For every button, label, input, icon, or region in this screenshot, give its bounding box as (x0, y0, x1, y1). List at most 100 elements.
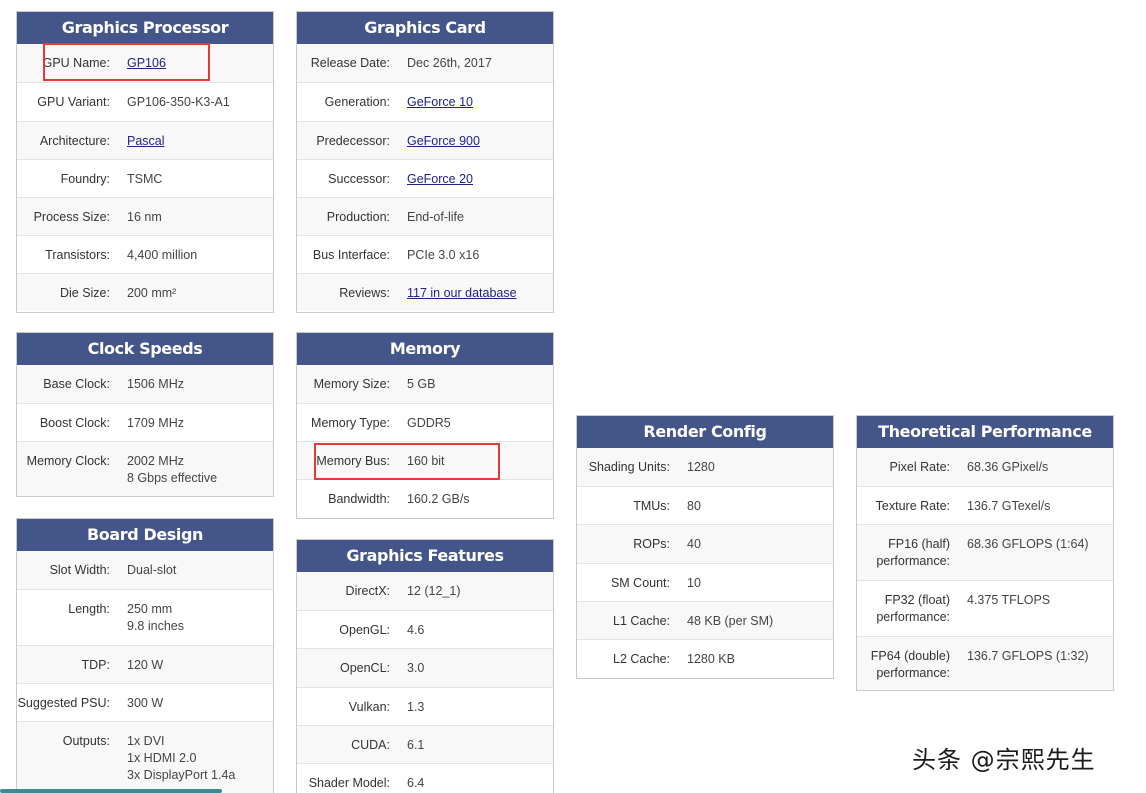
spec-label: Slot Width: (49, 563, 110, 577)
spec-value: 117 in our database (407, 285, 553, 302)
spec-value: 1709 MHz (127, 416, 184, 430)
render-config-card: Render Config Shading Units: 1280 TMUs: … (576, 415, 834, 679)
spec-value-line: 250 mm (127, 602, 173, 616)
spec-row-outputs: Outputs: 1x DVI 1x HDMI 2.0 3x DisplayPo… (17, 721, 273, 793)
spec-row-memory-type: Memory Type: GDDR5 (297, 403, 553, 441)
spec-label: OpenGL: (339, 623, 390, 637)
spec-row-architecture: Architecture: Pascal (17, 121, 273, 159)
spec-label-line: FP64 (double) (870, 649, 950, 663)
clock-speeds-card: Clock Speeds Base Clock: 1506 MHz Boost … (16, 332, 274, 497)
spec-label-line: performance: (876, 610, 950, 624)
spec-label: Generation: (324, 95, 390, 109)
spec-label: Predecessor: (316, 134, 390, 148)
generation-link[interactable]: GeForce 10 (407, 95, 473, 109)
spec-row-l1-cache: L1 Cache: 48 KB (per SM) (577, 601, 833, 639)
graphics-processor-title: Graphics Processor (17, 12, 273, 44)
spec-row-fp32: FP32 (float) performance: 4.375 TFLOPS (857, 580, 1113, 636)
spec-value-line: 9.8 inches (127, 619, 184, 633)
spec-row-production: Production: End-of-life (297, 197, 553, 235)
spec-value: 16 nm (127, 210, 162, 224)
spec-label: Bandwidth: (328, 492, 390, 506)
spec-value: Pascal (127, 133, 273, 150)
spec-row-gpu-name: GPU Name: GP106 (17, 44, 273, 82)
spec-value: 6.1 (407, 738, 425, 752)
reviews-link[interactable]: 117 in our database (407, 286, 517, 300)
memory-card: Memory Memory Size: 5 GB Memory Type: GD… (296, 332, 554, 519)
spec-label-line: performance: (876, 666, 950, 680)
spec-value: End-of-life (407, 210, 464, 224)
spec-value: 10 (687, 576, 701, 590)
spec-value: 2002 MHz 8 Gbps effective (127, 453, 273, 487)
spec-label: Texture Rate: (875, 499, 950, 513)
spec-value: GP106-350-K3-A1 (127, 95, 230, 109)
spec-label: Memory Bus: (316, 454, 390, 468)
spec-row-shader-model: Shader Model: 6.4 (297, 763, 553, 793)
gpu-name-link[interactable]: GP106 (127, 56, 166, 70)
spec-label-line: FP16 (half) (888, 537, 950, 551)
spec-label: GPU Name: (42, 56, 110, 70)
spec-value-line: 2002 MHz (127, 454, 184, 468)
spec-row-tdp: TDP: 120 W (17, 645, 273, 683)
spec-row-base-clock: Base Clock: 1506 MHz (17, 365, 273, 403)
spec-value: 1280 KB (687, 652, 735, 666)
spec-label: FP16 (half) performance: (857, 536, 967, 570)
successor-link[interactable]: GeForce 20 (407, 172, 473, 186)
spec-row-bus-interface: Bus Interface: PCIe 3.0 x16 (297, 235, 553, 273)
spec-value: GeForce 900 (407, 133, 553, 150)
spec-label-line: FP32 (float) (884, 593, 950, 607)
spec-value-line: 1x HDMI 2.0 (127, 751, 197, 765)
spec-value: 5 GB (407, 377, 436, 391)
spec-label: Shader Model: (308, 776, 390, 790)
spec-value: 80 (687, 499, 701, 513)
spec-row-process-size: Process Size: 16 nm (17, 197, 273, 235)
spec-row-memory-size: Memory Size: 5 GB (297, 365, 553, 403)
board-design-title: Board Design (17, 519, 273, 551)
board-design-card: Board Design Slot Width: Dual-slot Lengt… (16, 518, 274, 793)
spec-row-directx: DirectX: 12 (12_1) (297, 572, 553, 610)
spec-value: GeForce 20 (407, 171, 553, 188)
spec-label: Reviews: (339, 286, 390, 300)
graphics-processor-card: Graphics Processor GPU Name: GP106 GPU V… (16, 11, 274, 313)
spec-row-gpu-variant: GPU Variant: GP106-350-K3-A1 (17, 82, 273, 121)
graphics-card-card: Graphics Card Release Date: Dec 26th, 20… (296, 11, 554, 313)
horizontal-scrollbar[interactable] (0, 789, 222, 793)
predecessor-link[interactable]: GeForce 900 (407, 134, 480, 148)
spec-label-line: performance: (876, 554, 950, 568)
spec-row-tmus: TMUs: 80 (577, 486, 833, 524)
spec-value-line: 3x DisplayPort 1.4a (127, 768, 236, 782)
spec-row-suggested-psu: Suggested PSU: 300 W (17, 683, 273, 721)
spec-label: Successor: (328, 172, 390, 186)
spec-value-line: 8 Gbps effective (127, 471, 218, 485)
spec-value: 4.6 (407, 623, 425, 637)
spec-value: 250 mm 9.8 inches (127, 601, 273, 635)
graphics-card-title: Graphics Card (297, 12, 553, 44)
spec-row-vulkan: Vulkan: 1.3 (297, 687, 553, 725)
spec-value: 4.375 TFLOPS (967, 593, 1051, 607)
spec-value: 300 W (127, 696, 164, 710)
clock-speeds-title: Clock Speeds (17, 333, 273, 365)
spec-row-successor: Successor: GeForce 20 (297, 159, 553, 197)
spec-value: Dec 26th, 2017 (407, 56, 492, 70)
spec-label: Transistors: (45, 248, 110, 262)
spec-value: 136.7 GFLOPS (1:32) (967, 649, 1089, 663)
spec-label: ROPs: (633, 537, 670, 551)
spec-value: GDDR5 (407, 416, 451, 430)
theoretical-performance-title: Theoretical Performance (857, 416, 1113, 448)
spec-row-predecessor: Predecessor: GeForce 900 (297, 121, 553, 159)
spec-row-reviews: Reviews: 117 in our database (297, 273, 553, 311)
spec-value: 48 KB (per SM) (687, 614, 774, 628)
spec-value: 120 W (127, 658, 164, 672)
spec-value: PCIe 3.0 x16 (407, 248, 480, 262)
spec-page: Graphics Processor GPU Name: GP106 GPU V… (0, 0, 1146, 793)
graphics-features-title: Graphics Features (297, 540, 553, 572)
spec-value: 12 (12_1) (407, 584, 461, 598)
spec-label: Release Date: (310, 56, 390, 70)
spec-value-line: 1x DVI (127, 734, 165, 748)
spec-value: 6.4 (407, 776, 425, 790)
spec-row-opengl: OpenGL: 4.6 (297, 610, 553, 648)
spec-label: Process Size: (33, 210, 110, 224)
architecture-link[interactable]: Pascal (127, 134, 165, 148)
spec-row-fp16: FP16 (half) performance: 68.36 GFLOPS (1… (857, 524, 1113, 580)
spec-value: 3.0 (407, 661, 425, 675)
spec-row-bandwidth: Bandwidth: 160.2 GB/s (297, 479, 553, 518)
